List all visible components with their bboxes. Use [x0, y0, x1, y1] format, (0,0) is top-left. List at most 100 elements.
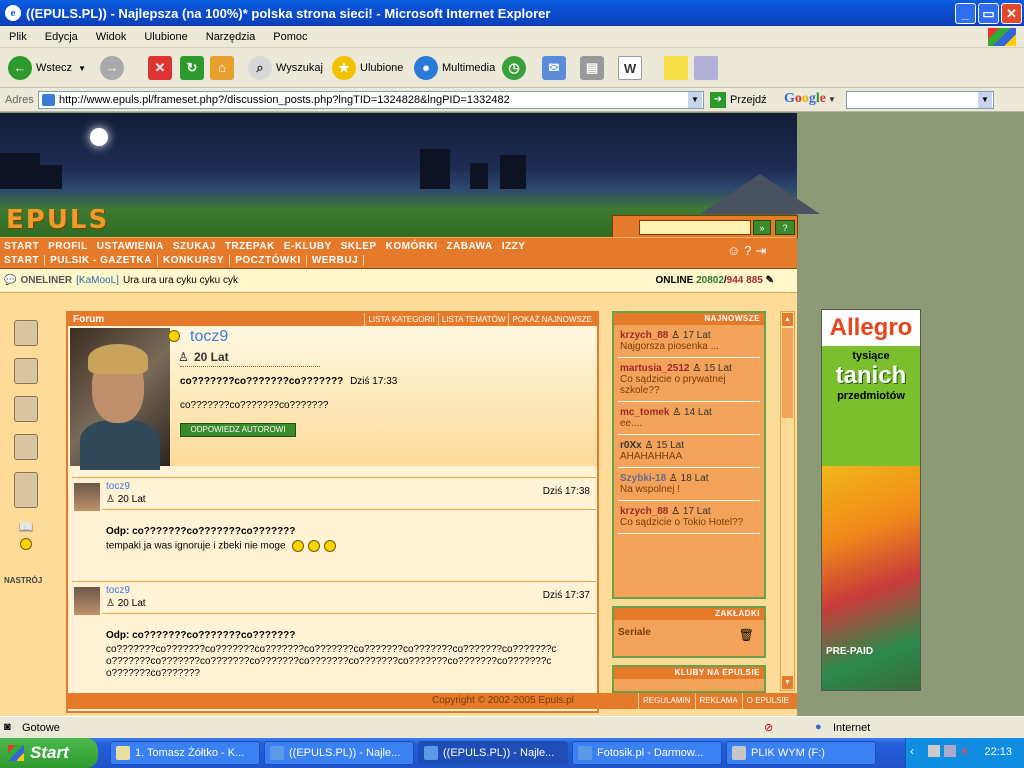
- network-icon[interactable]: [944, 745, 956, 757]
- dropdown-icon[interactable]: ▼: [78, 64, 86, 73]
- volume-icon[interactable]: ✕: [960, 745, 969, 758]
- login-input[interactable]: [639, 220, 751, 235]
- taskbar-item[interactable]: PLIK WYM (F:): [726, 741, 876, 765]
- sign-icon[interactable]: [14, 396, 38, 422]
- newest-item[interactable]: mc_tomek ♙ 14 Lat ee....: [618, 402, 760, 435]
- oneliner-nick[interactable]: [KaMooL]: [76, 275, 119, 286]
- url-dropdown-icon[interactable]: ▼: [688, 92, 702, 108]
- person-icon[interactable]: [14, 472, 38, 508]
- nav-ustawienia[interactable]: Ustawienia: [97, 241, 164, 252]
- print-button[interactable]: ▤: [580, 54, 608, 82]
- google-search-input[interactable]: [846, 91, 994, 109]
- author-name[interactable]: tocz9: [190, 328, 228, 346]
- subnav-pulsik[interactable]: Pulsik - Gazetka: [50, 255, 158, 266]
- notes-button[interactable]: [664, 54, 692, 82]
- taskbar-item-active[interactable]: ((EPULS.PL)) - Najle...: [418, 741, 568, 765]
- nav-szukaj[interactable]: Szukaj: [173, 241, 216, 252]
- search-button[interactable]: ⌕ Wyszukaj: [248, 54, 323, 82]
- google-dropdown-icon[interactable]: ▼: [978, 92, 992, 108]
- nav-profil[interactable]: Profil: [48, 241, 88, 252]
- newest-item[interactable]: krzych_88 ♙ 17 Lat Co sądzicie o Tokio Ho…: [618, 501, 760, 534]
- nav-izzy[interactable]: Izzy: [502, 241, 526, 252]
- scroll-thumb[interactable]: [782, 328, 793, 418]
- minimize-button[interactable]: _: [955, 3, 976, 24]
- newest-item[interactable]: krzych_88 ♙ 17 Lat Najgorsza piosenka ...: [618, 325, 760, 358]
- reply-avatar[interactable]: [74, 483, 100, 511]
- newest-item[interactable]: Szybki-18 ♙ 18 Lat Na wspolnej !: [618, 468, 760, 501]
- google-logo[interactable]: Google ▼: [784, 91, 836, 107]
- back-button[interactable]: ← Wstecz ▼: [8, 54, 86, 82]
- search-label: Wyszukaj: [276, 62, 323, 74]
- tray-expand-icon[interactable]: ‹: [910, 744, 914, 758]
- subnav-pocztowki[interactable]: Pocztówki: [235, 255, 307, 266]
- history-button[interactable]: ◷: [502, 54, 530, 82]
- menu-view[interactable]: Widok: [87, 31, 136, 43]
- nav-icons: ☺ ? ⇥: [727, 243, 766, 259]
- newest-item[interactable]: martusia_2512 ♙ 15 Lat Co sądzicie o pryw…: [618, 358, 760, 402]
- allegro-ad-banner[interactable]: Allegro tysiące tanich przedmiotów PRE-P…: [821, 309, 921, 691]
- book-icon[interactable]: 📖: [10, 520, 42, 534]
- nav-start[interactable]: Start: [4, 241, 39, 252]
- network-icon[interactable]: [928, 745, 940, 757]
- photo-icon[interactable]: [14, 434, 38, 460]
- login-submit-button[interactable]: »: [753, 220, 771, 235]
- footer-regulamin[interactable]: Regulamin: [637, 693, 695, 709]
- author-photo[interactable]: [70, 328, 170, 470]
- clock[interactable]: 22:13: [984, 746, 1012, 758]
- go-button[interactable]: ➔ Przejdź: [710, 91, 767, 109]
- logout-icon[interactable]: ⇥: [756, 243, 767, 259]
- site-logo[interactable]: EPULS: [6, 205, 109, 235]
- menu-edit[interactable]: Edycja: [36, 31, 87, 43]
- media-button[interactable]: ● Multimedia: [414, 54, 495, 82]
- pencil-icon[interactable]: ✎: [766, 275, 774, 286]
- window-title-bar[interactable]: ((EPULS.PL)) - Najlepsza (na 100%)* pols…: [0, 0, 1024, 26]
- close-button[interactable]: ✕: [1001, 3, 1022, 24]
- help-icon[interactable]: ?: [744, 243, 751, 259]
- nav-komorki[interactable]: Komórki: [386, 241, 438, 252]
- mail-button[interactable]: ✉: [542, 54, 570, 82]
- home-button[interactable]: ⌂: [210, 54, 238, 82]
- trash-icon[interactable]: 🗑: [739, 628, 754, 642]
- mailbox-icon[interactable]: [14, 320, 38, 346]
- content-scrollbar[interactable]: ▲ ▼: [780, 311, 795, 691]
- nav-trzepak[interactable]: Trzepak: [225, 241, 275, 252]
- nav-sklep[interactable]: Sklep: [341, 241, 377, 252]
- menu-help[interactable]: Pomoc: [264, 31, 316, 43]
- reply-avatar[interactable]: [74, 587, 100, 615]
- menu-favorites[interactable]: Ulubione: [135, 31, 196, 43]
- link-newest[interactable]: Pokaż najnowsze: [508, 313, 595, 326]
- taskbar-item[interactable]: Fotosik.pl - Darmow...: [572, 741, 722, 765]
- link-topics[interactable]: Lista tematów: [437, 313, 509, 326]
- reply-author[interactable]: tocz9: [106, 481, 130, 492]
- subnav-konkursy[interactable]: Konkursy: [163, 255, 231, 266]
- favorites-button[interactable]: ★ Ulubione: [332, 54, 403, 82]
- smiley-icon[interactable]: ☺: [727, 243, 740, 259]
- link-categories[interactable]: Lista kategorii: [364, 313, 437, 326]
- subnav-start[interactable]: Start: [4, 255, 46, 266]
- refresh-button[interactable]: ↻: [180, 54, 208, 82]
- mood-smiley-icon[interactable]: [10, 538, 42, 551]
- popup-blocker-icon[interactable]: ⊘: [764, 721, 773, 734]
- reply-author[interactable]: tocz9: [106, 585, 130, 596]
- menu-tools[interactable]: Narzędzia: [197, 31, 265, 43]
- stop-button[interactable]: ✕: [148, 54, 176, 82]
- friends-icon[interactable]: [14, 358, 38, 384]
- forward-button[interactable]: →: [100, 54, 128, 82]
- taskbar-item[interactable]: ((EPULS.PL)) - Najle...: [264, 741, 414, 765]
- edit-button[interactable]: W: [618, 54, 646, 82]
- maximize-button[interactable]: ▭: [978, 3, 999, 24]
- footer-about[interactable]: O ePulsie: [741, 693, 793, 709]
- taskbar-item[interactable]: 1. Tomasz Żółtko - K...: [110, 741, 260, 765]
- scroll-up-icon[interactable]: ▲: [782, 313, 793, 326]
- newest-item[interactable]: r0Xx ♙ 15 Lat AHAHAHHAA: [618, 435, 760, 468]
- subnav-werbuj[interactable]: Werbuj: [312, 255, 365, 266]
- url-input[interactable]: http://www.epuls.pl/frameset.php?/discus…: [38, 91, 704, 109]
- nav-ekluby[interactable]: E-Kluby: [284, 241, 332, 252]
- scroll-down-icon[interactable]: ▼: [782, 676, 793, 689]
- menu-file[interactable]: Plik: [0, 31, 36, 43]
- messenger-button[interactable]: [694, 54, 722, 82]
- login-help-button[interactable]: ?: [775, 220, 795, 235]
- reply-to-author-button[interactable]: ODPOWIEDZ AUTOROWI: [180, 423, 296, 437]
- footer-reklama[interactable]: Reklama: [694, 693, 742, 709]
- nav-zabawa[interactable]: Zabawa: [446, 241, 492, 252]
